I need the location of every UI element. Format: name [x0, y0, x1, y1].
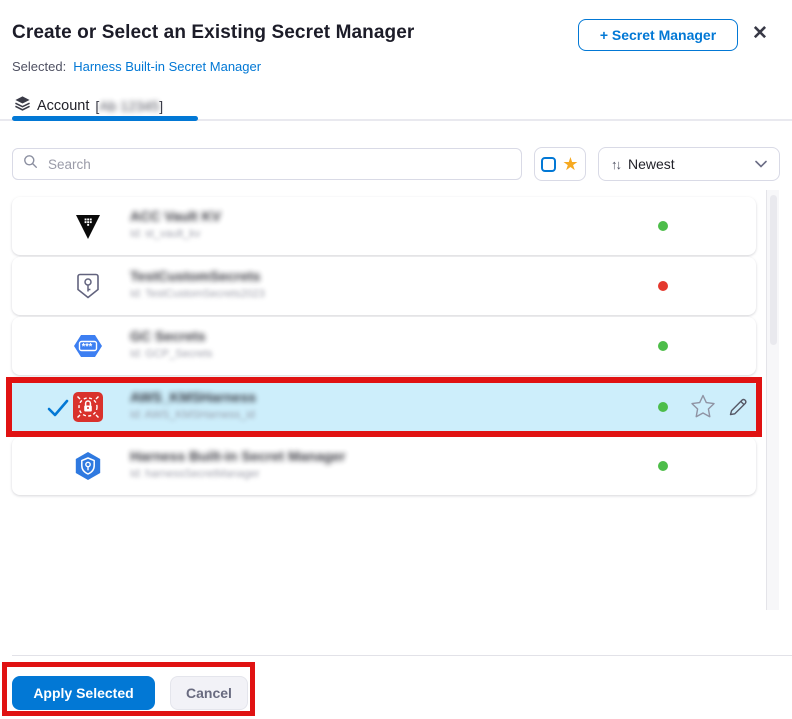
cancel-button[interactable]: Cancel	[170, 676, 248, 710]
search-input[interactable]	[46, 156, 511, 173]
secret-manager-row[interactable]: ACC Vault KV Id: st_vault_kv	[12, 197, 756, 255]
footer-divider	[12, 655, 792, 656]
svg-text:***: ***	[82, 342, 93, 352]
close-icon[interactable]: ✕	[752, 24, 768, 43]
new-secret-manager-button[interactable]: + Secret Manager	[578, 19, 738, 51]
secret-manager-dialog: Create or Select an Existing Secret Mana…	[0, 0, 792, 719]
sort-dropdown[interactable]: ↑↓ Newest	[598, 147, 780, 181]
favorites-filter[interactable]: ★	[534, 147, 586, 181]
status-dot-connected	[658, 461, 668, 471]
page-title: Create or Select an Existing Secret Mana…	[12, 22, 414, 44]
layers-icon	[14, 95, 31, 117]
row-text: Harness Built-in Secret Manager Id: harn…	[130, 446, 346, 482]
row-name: AWS_KMSHarness	[130, 387, 256, 407]
tab-count-redacted: Ab 12345	[99, 98, 159, 114]
row-text: GC Secrets Id: GCP_Secrets	[130, 326, 213, 362]
status-dot-connected	[658, 341, 668, 351]
favorites-checkbox[interactable]	[541, 157, 556, 172]
secret-manager-row[interactable]: TestCustomSecrets Id: TestCustomSecrets2…	[12, 257, 756, 315]
selected-secret-manager-link[interactable]: Harness Built-in Secret Manager	[73, 59, 261, 74]
row-text: ACC Vault KV Id: st_vault_kv	[130, 206, 221, 242]
row-id: Id: AWS_KMSHarness_id	[130, 407, 255, 423]
harness-secret-manager-icon	[72, 450, 104, 482]
favorite-star-outline-icon[interactable]	[688, 392, 718, 422]
hashicorp-vault-icon	[72, 210, 104, 242]
selected-summary: Selected: Harness Built-in Secret Manager	[12, 59, 261, 74]
gcp-secret-manager-icon: ***	[72, 330, 104, 362]
status-dot-failed	[658, 281, 668, 291]
tab-account-count: [Ab 12345]	[95, 98, 163, 114]
row-id: Id: st_vault_kv	[130, 226, 200, 242]
list-scrollbar-thumb[interactable]	[770, 195, 777, 345]
active-tab-underline	[12, 116, 198, 121]
row-id: Id: TestCustomSecrets2023	[130, 286, 265, 302]
secret-manager-row-selected[interactable]: AWS_KMSHarness Id: AWS_KMSHarness_id	[12, 383, 756, 431]
custom-secret-manager-icon	[72, 270, 104, 302]
status-dot-connected	[658, 221, 668, 231]
search-box	[12, 148, 522, 180]
row-name: TestCustomSecrets	[130, 266, 260, 286]
secret-manager-row[interactable]: Harness Built-in Secret Manager Id: harn…	[12, 437, 756, 495]
edit-pencil-icon[interactable]	[726, 395, 750, 419]
sort-arrows-icon: ↑↓	[611, 157, 620, 172]
row-name: GC Secrets	[130, 326, 205, 346]
favorite-star-icon: ★	[562, 155, 578, 173]
selected-label: Selected:	[12, 59, 66, 74]
row-text: AWS_KMSHarness Id: AWS_KMSHarness_id	[130, 387, 256, 423]
row-name: ACC Vault KV	[130, 206, 221, 226]
row-id: Id: GCP_Secrets	[130, 346, 213, 362]
chevron-down-icon	[755, 155, 767, 173]
tab-account-label: Account	[37, 98, 89, 114]
sort-selected-value: Newest	[628, 156, 747, 172]
search-icon	[23, 154, 38, 174]
row-text: TestCustomSecrets Id: TestCustomSecrets2…	[130, 266, 265, 302]
secret-manager-row[interactable]: *** GC Secrets Id: GCP_Secrets	[12, 317, 756, 375]
row-id: Id: harnessSecretManager	[130, 466, 260, 482]
selected-check-icon	[46, 396, 70, 420]
tab-account[interactable]: Account [Ab 12345]	[14, 95, 163, 117]
apply-selected-button[interactable]: Apply Selected	[12, 676, 155, 710]
list-scrollbar[interactable]	[766, 190, 779, 610]
row-name: Harness Built-in Secret Manager	[130, 446, 346, 466]
aws-kms-icon	[72, 391, 104, 423]
status-dot-connected	[658, 402, 668, 412]
